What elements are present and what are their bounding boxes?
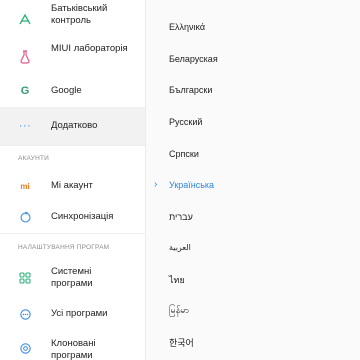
language-item-selected[interactable]: › Українська <box>145 169 360 200</box>
sync-icon <box>17 209 33 225</box>
mi-icon: mi <box>20 181 30 191</box>
settings-item-label: Мі акаунт <box>51 180 93 191</box>
google-icon: G <box>20 85 30 97</box>
language-item[interactable]: Ελληνικά <box>145 11 360 42</box>
language-item[interactable]: Български <box>145 74 360 105</box>
language-item[interactable]: Беларуская <box>145 43 360 74</box>
settings-item-miui-lab[interactable]: MIUI лабораторія <box>0 40 145 74</box>
settings-item-parental-control[interactable]: Батьківський контроль <box>0 0 145 40</box>
language-name: Български <box>169 84 213 95</box>
flask-icon <box>17 49 33 65</box>
language-name: ไทย <box>169 274 185 285</box>
settings-item-all-apps[interactable]: Усі програми <box>0 298 145 330</box>
settings-item-additional[interactable]: ··· Додатково <box>0 107 145 145</box>
settings-item-label: Батьківський контроль <box>51 3 108 26</box>
language-name: Ελληνικά <box>169 21 206 32</box>
language-item[interactable]: မြန်မာ <box>145 296 360 327</box>
language-name: العربية <box>169 243 191 252</box>
settings-item-dual-apps[interactable]: Клоновані програми <box>0 332 145 360</box>
language-item[interactable]: العربية <box>145 232 360 263</box>
settings-item-system-apps[interactable]: Системні програми <box>0 260 145 296</box>
settings-item-sync[interactable]: Синхронізація <box>0 202 145 232</box>
language-name: Српски <box>169 148 199 159</box>
language-name: Беларуская <box>169 53 218 64</box>
divider <box>0 233 145 234</box>
settings-item-label: Google <box>51 85 82 96</box>
settings-item-label: Синхронізація <box>51 211 114 222</box>
chevron-right-icon: › <box>154 178 158 190</box>
settings-item-label: Усі програми <box>51 308 108 319</box>
settings-item-google[interactable]: G Google <box>0 75 145 107</box>
settings-item-label: Системні програми <box>51 266 93 289</box>
language-item[interactable]: עברית <box>145 201 360 232</box>
divider <box>0 145 145 146</box>
more-dots-icon: ··· <box>18 120 32 132</box>
dual-apps-icon <box>17 340 33 356</box>
parental-control-icon <box>17 12 33 28</box>
language-item[interactable]: Српски <box>145 138 360 169</box>
language-name: עברית <box>169 211 193 222</box>
settings-list: Батьківський контроль MIUI лабораторія G… <box>0 0 145 360</box>
language-item[interactable]: ไทย <box>145 264 360 295</box>
settings-item-label: Додатково <box>51 120 98 131</box>
settings-item-label: MIUI лабораторія <box>51 43 128 54</box>
settings-item-mi-account[interactable]: mi Мі акаунт <box>0 170 145 202</box>
settings-item-label: Клоновані програми <box>51 338 96 360</box>
section-header-accounts: АКАУНТИ <box>18 155 50 162</box>
all-apps-icon <box>17 306 33 322</box>
section-header-app-settings: НАЛАШТУВАННЯ ПРОГРАМ <box>18 244 110 251</box>
language-name: 한국어 <box>169 338 194 348</box>
language-name: Українська <box>169 179 215 190</box>
language-name: Русский <box>169 116 203 127</box>
language-item[interactable]: Русский <box>145 106 360 137</box>
language-item[interactable]: 한국어 <box>145 327 360 358</box>
system-apps-icon <box>17 270 33 286</box>
language-name: မြန်မာ <box>169 305 190 315</box>
